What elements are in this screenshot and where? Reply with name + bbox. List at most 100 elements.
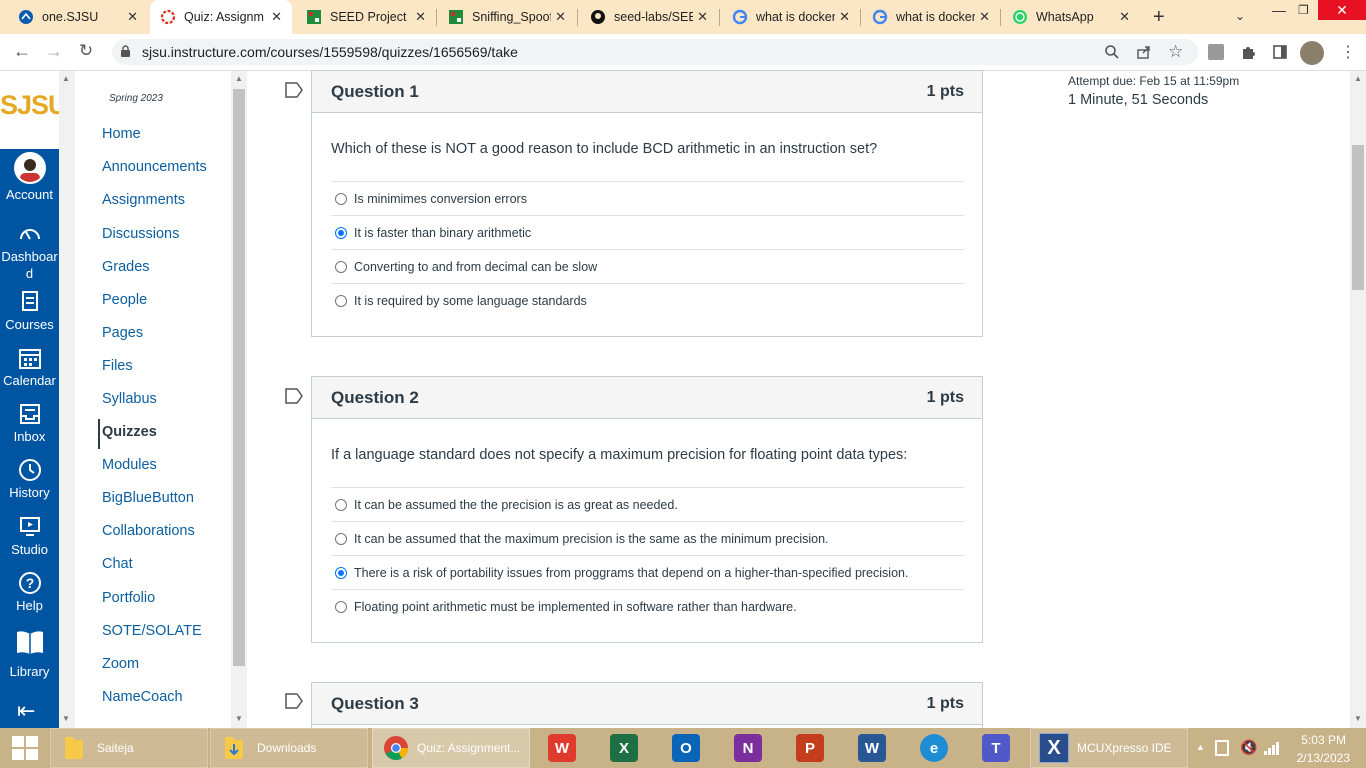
tab-seed-labs[interactable]: seed-labs/SEE ✕ bbox=[580, 0, 718, 34]
close-icon[interactable]: ✕ bbox=[127, 9, 138, 25]
scroll-up-icon[interactable]: ▲ bbox=[62, 74, 70, 83]
nav-help[interactable]: ? Help bbox=[0, 571, 59, 614]
star-icon[interactable]: ☆ bbox=[1168, 42, 1183, 62]
flag-question-icon[interactable] bbox=[285, 82, 303, 98]
powerpoint-icon[interactable]: P bbox=[796, 734, 824, 762]
tray-chevron-icon[interactable]: ▲ bbox=[1196, 742, 1205, 752]
nav-scrollbar[interactable] bbox=[59, 71, 75, 728]
close-icon[interactable]: ✕ bbox=[979, 9, 990, 25]
radio-button[interactable] bbox=[335, 600, 347, 613]
taskbar-app-saiteja[interactable]: Saiteja bbox=[50, 728, 208, 768]
taskbar-app-mcuxpresso[interactable]: X MCUXpresso IDE bbox=[1030, 728, 1188, 768]
tab-seed-project[interactable]: SEED Project ✕ bbox=[296, 0, 436, 34]
course-nav-syllabus[interactable]: Syllabus bbox=[102, 391, 157, 407]
course-nav-home[interactable]: Home bbox=[102, 126, 141, 142]
close-icon[interactable]: ✕ bbox=[271, 9, 282, 25]
wps-icon[interactable]: W bbox=[548, 734, 576, 762]
nav-studio[interactable]: Studio bbox=[0, 515, 59, 558]
battery-icon[interactable] bbox=[1215, 740, 1229, 756]
chevron-down-icon[interactable]: ⌄ bbox=[1235, 9, 1245, 23]
course-nav-portfolio[interactable]: Portfolio bbox=[102, 590, 155, 606]
course-nav-quizzes[interactable]: Quizzes bbox=[102, 424, 157, 440]
nav-history[interactable]: History bbox=[0, 458, 59, 501]
course-nav-grades[interactable]: Grades bbox=[102, 259, 150, 275]
flag-question-icon[interactable] bbox=[285, 693, 303, 709]
course-nav-assignments[interactable]: Assignments bbox=[102, 192, 185, 208]
profile-avatar[interactable] bbox=[1300, 41, 1324, 65]
taskbar-app-downloads[interactable]: Downloads bbox=[210, 728, 368, 768]
course-nav-files[interactable]: Files bbox=[102, 358, 133, 374]
nav-inbox[interactable]: Inbox bbox=[0, 402, 59, 445]
course-nav-zoom[interactable]: Zoom bbox=[102, 656, 139, 672]
forward-icon[interactable]: → bbox=[44, 42, 64, 60]
close-icon[interactable]: ✕ bbox=[415, 9, 426, 25]
radio-button[interactable] bbox=[335, 498, 347, 511]
onenote-icon[interactable]: N bbox=[734, 734, 762, 762]
nav-calendar[interactable]: Calendar bbox=[0, 346, 59, 389]
sidepanel-icon[interactable] bbox=[1272, 44, 1288, 60]
course-nav-discussions[interactable]: Discussions bbox=[102, 226, 179, 242]
course-nav-chat[interactable]: Chat bbox=[102, 556, 133, 572]
close-icon[interactable]: ✕ bbox=[697, 9, 708, 25]
course-nav-bigbluebutton[interactable]: BigBlueButton bbox=[102, 490, 194, 506]
radio-button-selected[interactable] bbox=[335, 566, 347, 579]
scroll-up-icon[interactable]: ▲ bbox=[235, 74, 243, 83]
windows-start-icon[interactable] bbox=[12, 736, 38, 760]
flag-question-icon[interactable] bbox=[285, 388, 303, 404]
menu-icon[interactable]: ⋮ bbox=[1340, 42, 1356, 62]
close-icon[interactable]: ✕ bbox=[555, 9, 566, 25]
clock-date[interactable]: 2/13/2023 bbox=[1290, 751, 1350, 765]
share-icon[interactable] bbox=[1136, 44, 1152, 60]
teams-icon[interactable]: T bbox=[982, 734, 1010, 762]
tab-one-sjsu[interactable]: one.SJSU ✕ bbox=[8, 0, 148, 34]
course-nav-pages[interactable]: Pages bbox=[102, 325, 143, 341]
tab-docker-2[interactable]: what is docker ✕ bbox=[862, 0, 1000, 34]
answer-option[interactable]: It is faster than binary arithmetic bbox=[331, 215, 964, 249]
edge-icon[interactable]: e bbox=[920, 734, 948, 762]
nav-dashboard[interactable]: Dashboard bbox=[0, 222, 59, 282]
scroll-up-icon[interactable]: ▲ bbox=[1354, 74, 1362, 83]
clock-time[interactable]: 5:03 PM bbox=[1300, 733, 1346, 747]
tab-quiz[interactable]: Quiz: Assignm ✕ bbox=[150, 0, 292, 34]
back-icon[interactable]: ← bbox=[12, 42, 32, 60]
search-icon[interactable] bbox=[1104, 44, 1120, 60]
outlook-icon[interactable]: O bbox=[672, 734, 700, 762]
course-nav-namecoach[interactable]: NameCoach bbox=[102, 689, 183, 705]
scrollbar-thumb[interactable] bbox=[1352, 145, 1364, 290]
reload-icon[interactable]: ↻ bbox=[76, 42, 96, 59]
course-nav-announcements[interactable]: Announcements bbox=[102, 159, 207, 175]
tab-docker-1[interactable]: what is docker ✕ bbox=[722, 0, 860, 34]
tab-whatsapp[interactable]: WhatsApp ✕ bbox=[1002, 0, 1140, 34]
minimize-icon[interactable]: — bbox=[1272, 2, 1286, 18]
scroll-down-icon[interactable]: ▼ bbox=[62, 714, 70, 723]
radio-button[interactable] bbox=[335, 192, 347, 205]
puzzle-icon[interactable] bbox=[1240, 44, 1256, 60]
scroll-down-icon[interactable]: ▼ bbox=[235, 714, 243, 723]
answer-option[interactable]: Converting to and from decimal can be sl… bbox=[331, 249, 964, 283]
answer-option[interactable]: Floating point arithmetic must be implem… bbox=[331, 589, 964, 623]
course-nav-people[interactable]: People bbox=[102, 292, 147, 308]
radio-button[interactable] bbox=[335, 532, 347, 545]
answer-option[interactable]: It can be assumed that the maximum preci… bbox=[331, 521, 964, 555]
collapse-nav-icon[interactable]: ⇤ bbox=[17, 698, 35, 724]
excel-icon[interactable]: X bbox=[610, 734, 638, 762]
answer-option[interactable]: Is minimimes conversion errors bbox=[331, 181, 964, 215]
radio-button-selected[interactable] bbox=[335, 226, 347, 239]
close-icon[interactable]: ✕ bbox=[839, 9, 850, 25]
volume-muted-icon[interactable]: 🔇 bbox=[1240, 739, 1257, 756]
new-tab-icon[interactable]: + bbox=[1153, 6, 1165, 29]
scrollbar-thumb[interactable] bbox=[233, 89, 245, 666]
window-close-icon[interactable]: ✕ bbox=[1318, 0, 1366, 20]
course-nav-collaborations[interactable]: Collaborations bbox=[102, 523, 195, 539]
close-icon[interactable]: ✕ bbox=[1119, 9, 1130, 25]
scroll-down-icon[interactable]: ▼ bbox=[1354, 714, 1362, 723]
signal-icon[interactable] bbox=[1264, 741, 1280, 755]
tab-sniffing[interactable]: Sniffing_Spoof ✕ bbox=[438, 0, 576, 34]
extension-icon[interactable] bbox=[1208, 44, 1224, 60]
nav-account[interactable]: Account bbox=[0, 152, 59, 203]
answer-option[interactable]: It is required by some language standard… bbox=[331, 283, 964, 317]
nav-library[interactable]: Library bbox=[0, 627, 59, 680]
word-icon[interactable]: W bbox=[858, 734, 886, 762]
answer-option[interactable]: It can be assumed the the precision is a… bbox=[331, 487, 964, 521]
taskbar-app-chrome[interactable]: Quiz: Assignment... bbox=[372, 728, 530, 768]
